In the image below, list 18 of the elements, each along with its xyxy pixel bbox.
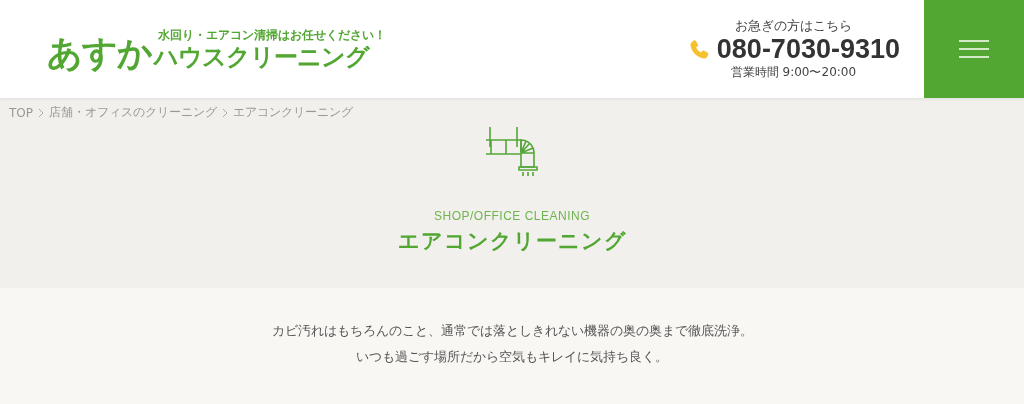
page-title: エアコンクリーニング [397,228,627,255]
intro-text: いつも過ごす場所だから空気もキレイに気持ち良く。 [356,347,668,366]
logo-text: あすか [47,35,152,71]
section-subtitle: SHOP/OFFICE CLEANING [434,209,590,223]
intro-text: カビ汚れはもちろんのこと、通常では落としきれない機器の奥の奥まで徹底洗浄。 [271,322,753,340]
logo-tagline: 水回り・エアコン清掃はお任せください！ [158,27,386,45]
breadcrumb-link[interactable]: 店舗・オフィスのクリーニング [49,104,217,121]
breadcrumb-link[interactable]: エアコンクリーニング [233,104,353,121]
logo-text: ハウスクリーニング [154,44,371,71]
business-hours: 営業時間 9:00〜20:00 [730,64,857,82]
chevron-icon [38,107,44,118]
chevron-icon [222,107,228,118]
menu-icon [959,40,989,58]
breadcrumb-link[interactable]: TOP [9,105,33,120]
phone-number-link[interactable]: 080-7030-9310 [716,34,900,65]
menu-button[interactable] [924,0,1024,98]
air-duct-icon [485,126,539,176]
contact-note: お急ぎの方はこちら [734,16,852,35]
